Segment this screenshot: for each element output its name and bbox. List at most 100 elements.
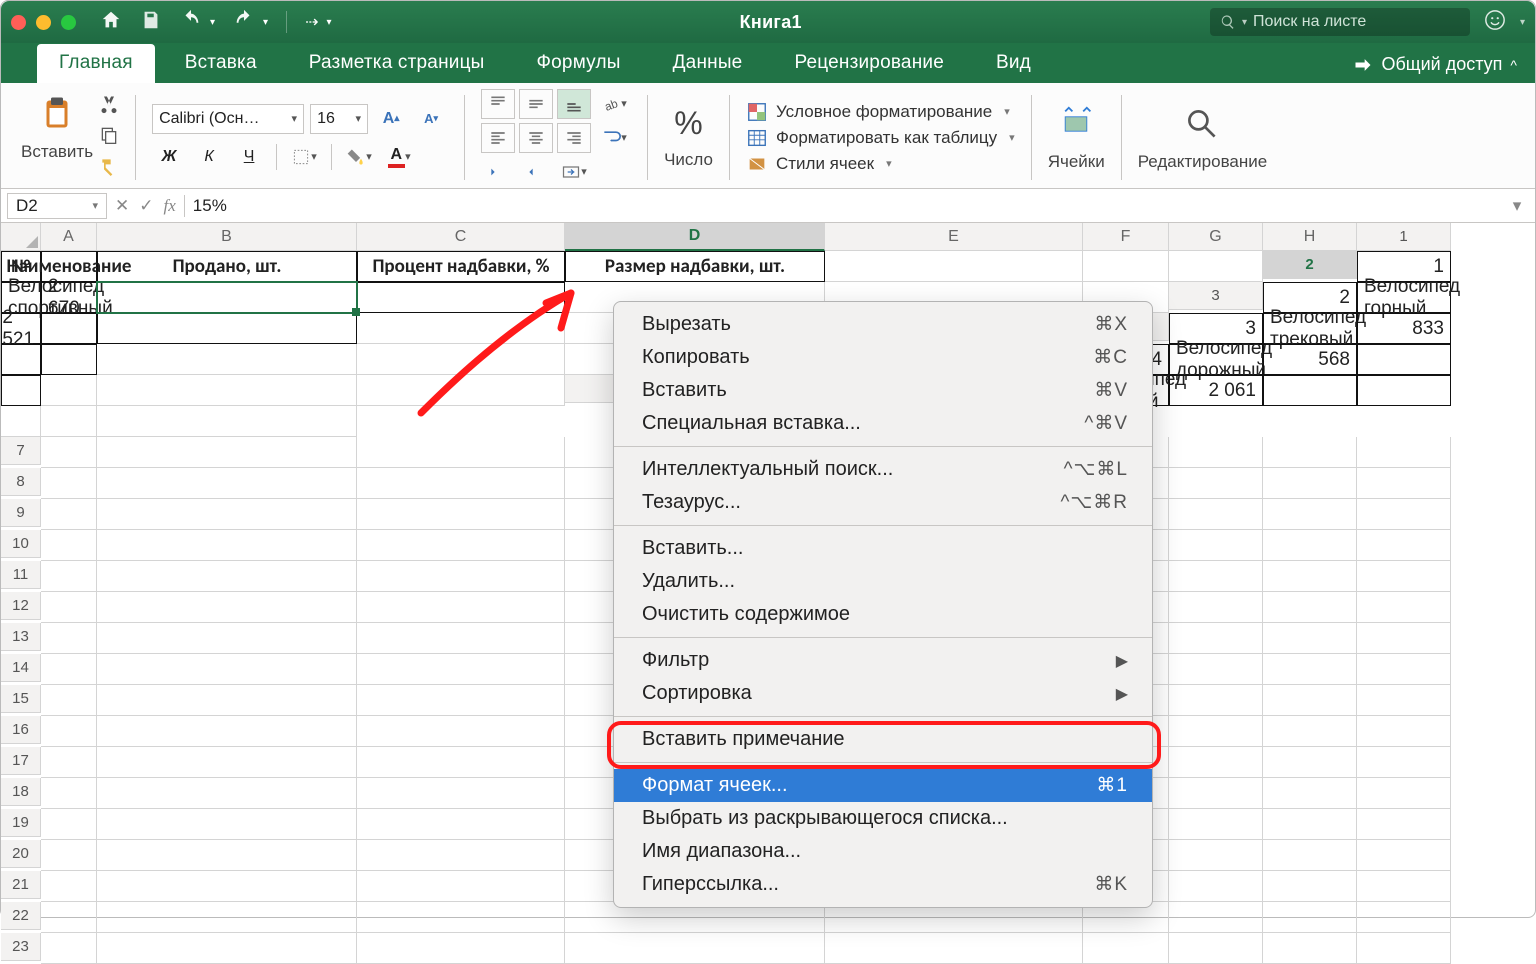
cell-empty[interactable] xyxy=(97,871,357,902)
row-header-19[interactable]: 19 xyxy=(1,809,41,837)
bold-button[interactable]: Ж xyxy=(152,142,186,172)
cell-empty[interactable] xyxy=(357,871,565,902)
cell-empty[interactable] xyxy=(1357,561,1451,592)
undo-dropdown[interactable]: ▾ xyxy=(210,17,215,28)
tab-view[interactable]: Вид xyxy=(974,44,1053,83)
row-header-10[interactable]: 10 xyxy=(1,530,41,558)
cell-G1[interactable] xyxy=(1083,251,1169,282)
cell-E3[interactable] xyxy=(97,313,357,344)
row-header-23[interactable]: 23 xyxy=(1,933,41,961)
cell-empty[interactable] xyxy=(1357,871,1451,902)
feedback-caret[interactable]: ▾ xyxy=(1520,17,1525,28)
undo-icon[interactable] xyxy=(180,9,202,36)
cell-empty[interactable] xyxy=(41,623,97,654)
cell-empty[interactable] xyxy=(1263,716,1357,747)
cell-D3[interactable] xyxy=(41,313,97,344)
zoom-window-button[interactable] xyxy=(61,15,76,30)
share-button[interactable]: Общий доступ ^ xyxy=(1353,54,1535,83)
cell-C1[interactable]: Продано, шт. xyxy=(97,251,357,282)
cell-empty[interactable] xyxy=(1357,468,1451,499)
font-name-select[interactable]: Calibri (Осн… xyxy=(152,104,304,134)
cell-empty[interactable] xyxy=(1263,778,1357,809)
col-header-E[interactable]: E xyxy=(825,223,1083,251)
cell-empty[interactable] xyxy=(41,437,97,468)
row-header-12[interactable]: 12 xyxy=(1,592,41,620)
cell-E5[interactable] xyxy=(1,375,41,406)
row-header-8[interactable]: 8 xyxy=(1,468,41,496)
cell-C5[interactable]: 568 xyxy=(1263,344,1357,375)
row-header-9[interactable]: 9 xyxy=(1,499,41,527)
col-header-A[interactable]: A xyxy=(41,223,97,251)
row-header-22[interactable]: 22 xyxy=(1,902,41,930)
cm-clear[interactable]: Очистить содержимое xyxy=(614,598,1152,631)
cell-empty[interactable] xyxy=(357,747,565,778)
cell-empty[interactable] xyxy=(97,685,357,716)
cm-smart-lookup[interactable]: Интеллектуальный поиск...^⌥⌘L xyxy=(614,453,1152,486)
cell-empty[interactable] xyxy=(41,685,97,716)
align-left-icon[interactable] xyxy=(481,123,515,153)
cell-empty[interactable] xyxy=(1169,654,1263,685)
decrease-font-icon[interactable]: A▾ xyxy=(414,104,448,134)
number-format-button[interactable]: % Число xyxy=(664,105,713,170)
align-right-icon[interactable] xyxy=(557,123,591,153)
cell-empty[interactable] xyxy=(1169,716,1263,747)
row-header-1[interactable]: 1 xyxy=(1357,223,1451,251)
cell-empty[interactable] xyxy=(1263,530,1357,561)
cell-empty[interactable] xyxy=(1263,747,1357,778)
editing-button[interactable]: Редактирование xyxy=(1138,104,1268,172)
cell-F6[interactable] xyxy=(1,406,41,437)
cell-empty[interactable] xyxy=(41,747,97,778)
cell-empty[interactable] xyxy=(357,716,565,747)
cell-empty[interactable] xyxy=(357,623,565,654)
cell-empty[interactable] xyxy=(1357,437,1451,468)
cell-empty[interactable] xyxy=(1357,623,1451,654)
cell-empty[interactable] xyxy=(1169,747,1263,778)
cell-empty[interactable] xyxy=(1169,933,1263,964)
col-header-C[interactable]: C xyxy=(357,223,565,251)
cell-empty[interactable] xyxy=(1263,561,1357,592)
cell-empty[interactable] xyxy=(1169,592,1263,623)
cell-empty[interactable] xyxy=(41,561,97,592)
row-header-18[interactable]: 18 xyxy=(1,778,41,806)
italic-button[interactable]: К xyxy=(192,142,226,172)
tab-review[interactable]: Рецензирование xyxy=(772,44,966,83)
orientation-button[interactable]: ab xyxy=(597,89,631,119)
cell-empty[interactable] xyxy=(1357,716,1451,747)
cell-empty[interactable] xyxy=(1263,809,1357,840)
row-header-2[interactable]: 2 xyxy=(1263,251,1357,279)
align-middle-icon[interactable] xyxy=(519,89,553,119)
close-window-button[interactable] xyxy=(11,15,26,30)
tab-home[interactable]: Главная xyxy=(37,44,155,83)
cm-paste-special[interactable]: Специальная вставка...^⌘V xyxy=(614,407,1152,440)
cut-icon[interactable] xyxy=(99,94,119,119)
underline-button[interactable]: Ч xyxy=(232,142,266,172)
cell-empty[interactable] xyxy=(1263,499,1357,530)
row-header-21[interactable]: 21 xyxy=(1,871,41,899)
row-header-20[interactable]: 20 xyxy=(1,840,41,868)
font-color-button[interactable]: А xyxy=(382,142,416,172)
cell-empty[interactable] xyxy=(1357,685,1451,716)
cell-empty[interactable] xyxy=(1357,933,1451,964)
cell-empty[interactable] xyxy=(41,871,97,902)
cell-empty[interactable] xyxy=(97,623,357,654)
cell-empty[interactable] xyxy=(1357,778,1451,809)
name-box[interactable]: D2▾ xyxy=(7,193,107,219)
cell-empty[interactable] xyxy=(357,437,565,468)
cell-empty[interactable] xyxy=(41,840,97,871)
cell-empty[interactable] xyxy=(1357,654,1451,685)
cell-empty[interactable] xyxy=(97,468,357,499)
cell-empty[interactable] xyxy=(97,716,357,747)
select-all-corner[interactable] xyxy=(1,223,41,251)
row-header-16[interactable]: 16 xyxy=(1,716,41,744)
cell-empty[interactable] xyxy=(97,499,357,530)
col-header-H[interactable]: H xyxy=(1263,223,1357,251)
cm-paste[interactable]: Вставить⌘V xyxy=(614,374,1152,407)
cell-empty[interactable] xyxy=(1169,499,1263,530)
cancel-formula-icon[interactable]: ✕ xyxy=(115,196,129,216)
cm-hyperlink[interactable]: Гиперссылка...⌘K xyxy=(614,868,1152,901)
cell-E1[interactable]: Размер надбавки, шт. xyxy=(565,251,825,282)
cell-empty[interactable] xyxy=(1263,685,1357,716)
fx-icon[interactable]: fx xyxy=(164,196,176,216)
cell-empty[interactable] xyxy=(41,530,97,561)
cell-empty[interactable] xyxy=(1357,530,1451,561)
